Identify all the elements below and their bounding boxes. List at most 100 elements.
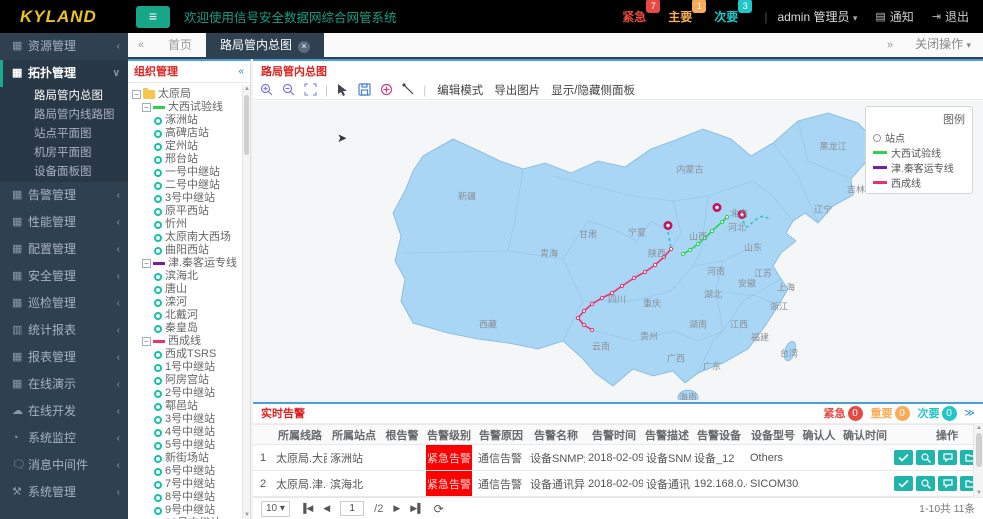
sidebar-subitem-站点平面图[interactable]: 站点平面图 — [0, 125, 128, 144]
last-page-button[interactable]: ▶▌ — [410, 503, 423, 514]
map-tool-zoomin-icon[interactable] — [259, 82, 274, 97]
column-header-告警原因[interactable]: 告警原因 — [475, 425, 527, 445]
sidebar-subitem-设备面板图[interactable]: 设备面板图 — [0, 163, 128, 182]
map-tool-save-icon[interactable] — [357, 82, 372, 97]
tree-node-line-大西试验线[interactable]: −大西试验线 — [132, 101, 242, 114]
alarm-level-badge-紧急[interactable]: 紧急7 — [622, 8, 652, 25]
map-station-pin[interactable] — [712, 203, 721, 212]
panel-badge-紧急[interactable]: 紧急0 — [824, 404, 863, 424]
collapse-icon[interactable]: − — [142, 259, 151, 268]
station-dot[interactable] — [600, 296, 603, 299]
station-dot[interactable] — [681, 252, 684, 255]
tree-node-station-鄠邑站[interactable]: 鄠邑站 — [132, 400, 242, 413]
map-station-pin[interactable] — [663, 221, 672, 230]
tree-node-station-3号中继站[interactable]: 3号中继站 — [132, 192, 242, 205]
expand-panel-icon[interactable]: ≫ — [965, 404, 975, 424]
search-action-button[interactable] — [916, 450, 935, 465]
tree-node-station-阿房宫站[interactable]: 阿房宫站 — [132, 374, 242, 387]
tab-路局管内总图[interactable]: 路局管内总图× — [206, 33, 324, 57]
tree-node-station-9号中继站[interactable]: 9号中继站 — [132, 504, 242, 517]
prev-page-button[interactable]: ◀ — [323, 503, 330, 514]
tree-node-station-西成TSRS[interactable]: 西成TSRS — [132, 348, 242, 361]
tree-node-root[interactable]: −太原局 — [132, 88, 242, 101]
tree-node-station-邢台站[interactable]: 邢台站 — [132, 153, 242, 166]
logout-button[interactable]: ⇥退出 — [932, 8, 969, 25]
collapse-icon[interactable]: − — [142, 103, 151, 112]
user-menu[interactable]: admin 管理员 ▾ — [777, 8, 857, 25]
check-action-button[interactable] — [894, 450, 913, 465]
tree-node-station-秦皇岛[interactable]: 秦皇岛 — [132, 322, 242, 335]
sidebar-item-系统监控[interactable]: ◔系统监控‹ — [0, 425, 128, 452]
sidebar-subitem-路局管内总图[interactable]: 路局管内总图 — [0, 87, 128, 106]
tree-node-station-二号中继站[interactable]: 二号中继站 — [132, 179, 242, 192]
table-row[interactable]: 2太原局.津.秦滨海北紧急告警通信告警设备通讯异常2018-02-09 1设备通… — [253, 471, 973, 497]
sidebar-subitem-机房平面图[interactable]: 机房平面图 — [0, 144, 128, 163]
collapse-icon[interactable]: − — [132, 90, 141, 99]
sidebar-item-系统管理[interactable]: ⚒系统管理‹ — [0, 479, 128, 506]
map-tool-fit-icon[interactable] — [303, 82, 318, 97]
scroll-down-icon[interactable]: ▼ — [244, 512, 250, 518]
station-dot[interactable] — [669, 247, 672, 250]
tree-node-line-津.秦客运专线[interactable]: −津.秦客运专线 — [132, 257, 242, 270]
station-dot[interactable] — [582, 323, 585, 326]
sidebar-item-统计报表[interactable]: ▥统计报表‹ — [0, 317, 128, 344]
collapse-panel-icon[interactable]: « — [238, 61, 244, 82]
station-dot[interactable] — [688, 248, 691, 251]
tree-node-station-唐山[interactable]: 唐山 — [132, 283, 242, 296]
column-header-告警描述[interactable]: 告警描述 — [643, 425, 691, 445]
alarm-level-badge-次要[interactable]: 次要3 — [714, 8, 744, 25]
tree-node-station-4号中继站[interactable]: 4号中继站 — [132, 426, 242, 439]
scroll-up-icon[interactable]: ▲ — [244, 86, 250, 92]
map-tool-显示/隐藏侧面板[interactable]: 显示/隐藏侧面板 — [551, 82, 635, 98]
comment-action-button[interactable] — [938, 450, 957, 465]
tree-node-station-3号中继站[interactable]: 3号中继站 — [132, 413, 242, 426]
tabs-scroll-left-icon[interactable]: « — [128, 33, 154, 57]
tree-node-station-1号中继站[interactable]: 1号中继站 — [132, 361, 242, 374]
panel-badge-次要[interactable]: 次要0 — [918, 404, 957, 424]
search-action-button[interactable] — [916, 476, 935, 491]
page-number-input[interactable] — [340, 501, 364, 516]
column-header-设备型号[interactable]: 设备型号 — [747, 425, 799, 445]
station-dot[interactable] — [590, 302, 593, 305]
sidebar-item-报表管理[interactable]: ▦报表管理‹ — [0, 344, 128, 371]
tree-node-station-8号中继站[interactable]: 8号中继站 — [132, 491, 242, 504]
hamburger-menu-button[interactable]: ≡ — [136, 6, 170, 28]
tab-首页[interactable]: 首页 — [154, 33, 206, 57]
map-tool-cursor-icon[interactable] — [335, 82, 350, 97]
column-header-确认时间[interactable]: 确认时间 — [839, 425, 891, 445]
column-header-根告警[interactable]: 根告警 — [381, 425, 423, 445]
column-header-告警级别[interactable]: 告警级别 — [423, 425, 475, 445]
tree-node-station-5号中继站[interactable]: 5号中继站 — [132, 439, 242, 452]
book-action-button[interactable] — [960, 450, 973, 465]
tree-node-station-涿洲站[interactable]: 涿洲站 — [132, 114, 242, 127]
table-row[interactable]: 1太原局.大西涿洲站紧急告警通信告警设备SNMP连2018-02-09 1设备S… — [253, 445, 973, 471]
station-dot[interactable] — [620, 284, 623, 287]
close-icon[interactable]: × — [298, 41, 310, 53]
column-header-告警设备[interactable]: 告警设备 — [691, 425, 747, 445]
tree-node-station-7号中继站[interactable]: 7号中继站 — [132, 478, 242, 491]
station-dot[interactable] — [590, 328, 593, 331]
book-action-button[interactable] — [960, 476, 973, 491]
table-scrollbar[interactable]: ▲▼ — [973, 424, 983, 497]
sidebar-item-资源管理[interactable]: ▦资源管理‹ — [0, 33, 128, 60]
scroll-up-icon[interactable]: ▲ — [976, 425, 982, 431]
station-dot[interactable] — [725, 215, 728, 218]
column-header-确认人[interactable]: 确认人 — [799, 425, 839, 445]
close-operations-menu[interactable]: 关闭操作 ▾ — [915, 32, 971, 57]
map-tool-line-icon[interactable] — [401, 82, 416, 97]
tree-node-station-2号中继站[interactable]: 2号中继站 — [132, 387, 242, 400]
station-dot[interactable] — [643, 270, 646, 273]
station-dot[interactable] — [576, 316, 579, 319]
map-tool-导出图片[interactable]: 导出图片 — [494, 82, 540, 98]
map-tool-zoomout-icon[interactable] — [281, 82, 296, 97]
first-page-button[interactable]: ▐◀ — [300, 503, 313, 514]
tabs-scroll-right-icon[interactable]: » — [877, 33, 903, 57]
tree-node-station-太原南大西场[interactable]: 太原南大西场 — [132, 231, 242, 244]
sidebar-item-在线演示[interactable]: ▦在线演示‹ — [0, 371, 128, 398]
next-page-button[interactable]: ▶ — [393, 503, 400, 514]
tree-node-station-定州站[interactable]: 定州站 — [132, 140, 242, 153]
station-dot[interactable] — [632, 276, 635, 279]
station-dot[interactable] — [696, 242, 699, 245]
column-header-操作[interactable]: 操作 — [891, 425, 973, 445]
comment-action-button[interactable] — [938, 476, 957, 491]
